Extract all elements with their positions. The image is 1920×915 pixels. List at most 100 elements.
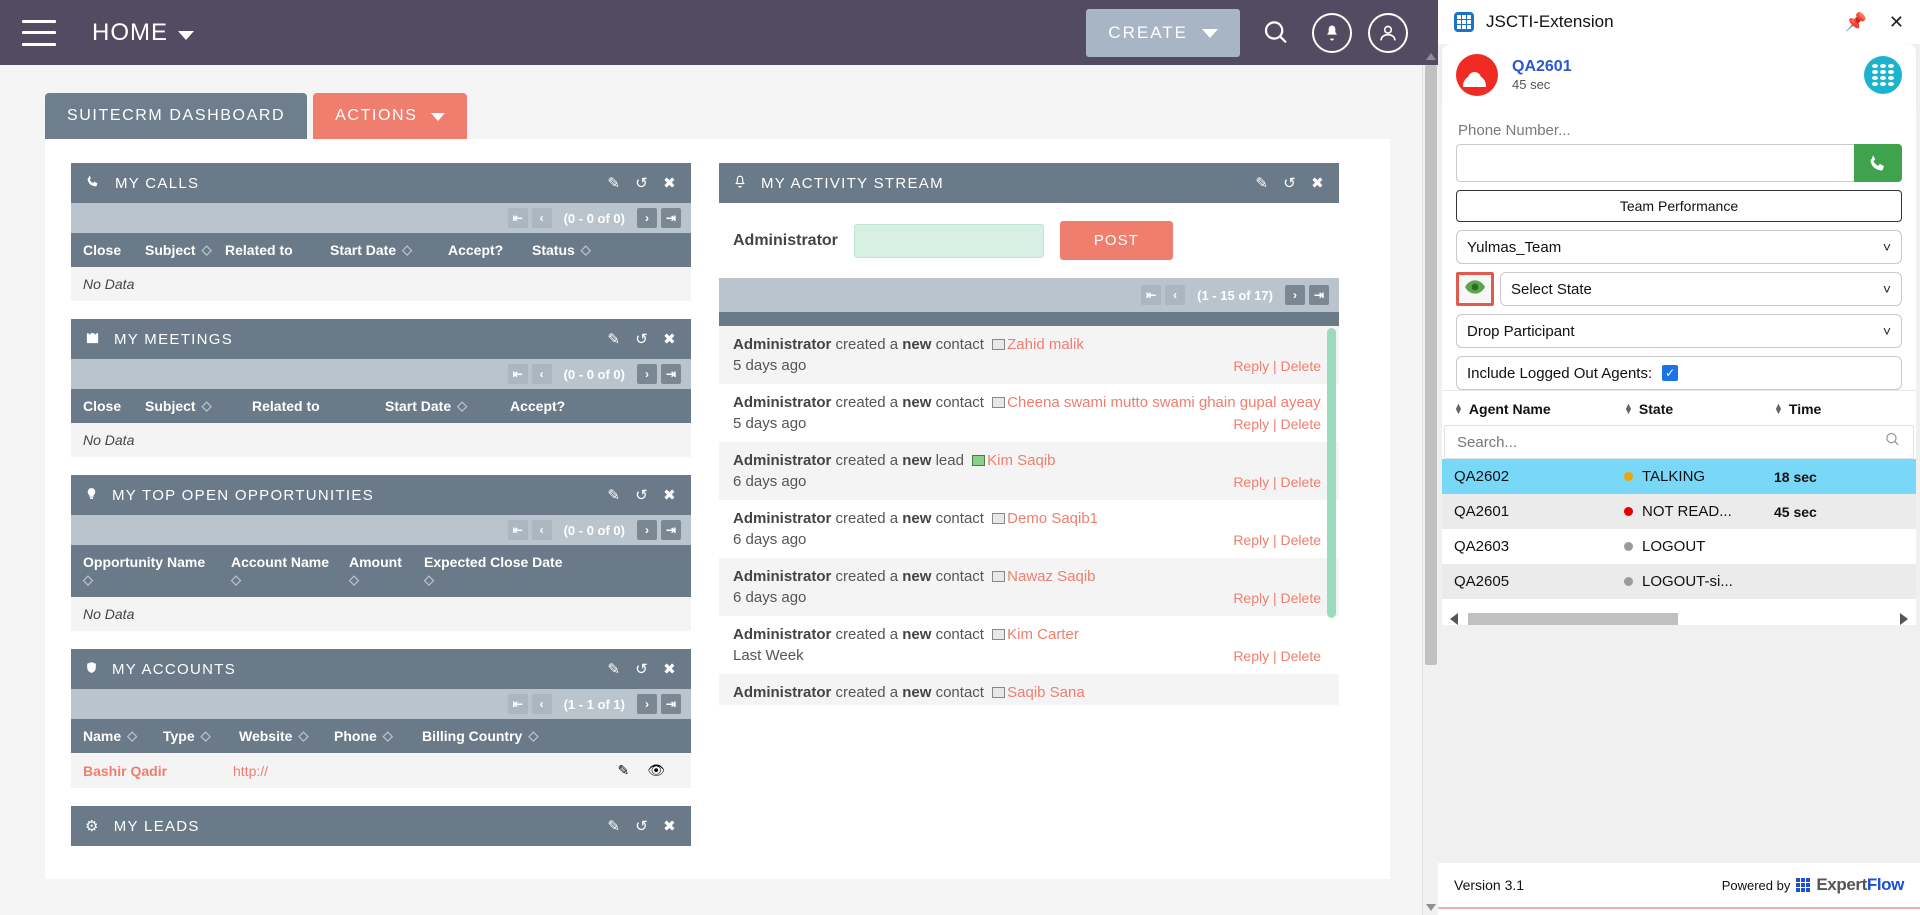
column-close[interactable]: Close	[83, 242, 145, 258]
column-status[interactable]: Status◇	[532, 242, 591, 258]
post-button[interactable]: POST	[1060, 221, 1173, 260]
pencil-icon[interactable]: ✎	[607, 486, 621, 504]
agent-search-input[interactable]	[1457, 434, 1884, 451]
sort-icon[interactable]: ◇	[231, 572, 349, 588]
tab-actions[interactable]: ACTIONS	[313, 93, 467, 139]
include-logged-out-checkbox[interactable]: ✓	[1662, 365, 1678, 381]
sort-icon[interactable]: ◇	[349, 572, 424, 588]
scroll-left-icon[interactable]	[1450, 613, 1458, 625]
activity-target-link[interactable]: Zahid malik	[1007, 336, 1084, 353]
account-name-link[interactable]: Bashir Qadir	[83, 763, 233, 779]
delete-link[interactable]: Delete	[1281, 358, 1321, 374]
column-state[interactable]: ▲▼ State	[1624, 401, 1774, 417]
last-page-button[interactable]: ⇥	[1309, 285, 1329, 305]
activity-target-link[interactable]: Nawaz Saqib	[1007, 568, 1095, 585]
agent-table-hscrollbar[interactable]	[1450, 613, 1908, 625]
scrollbar-thumb[interactable]	[1468, 613, 1678, 625]
pencil-icon[interactable]: ✎	[607, 660, 621, 678]
activity-target-link[interactable]: Kim Saqib	[987, 452, 1055, 469]
column-type[interactable]: Type◇	[163, 728, 239, 744]
page-scrollbar[interactable]	[1422, 65, 1438, 915]
column-accept[interactable]: Accept?	[510, 398, 565, 414]
scroll-right-icon[interactable]	[1900, 613, 1908, 625]
table-row[interactable]: QA2603 LOGOUT	[1442, 529, 1916, 564]
delete-link[interactable]: Delete	[1281, 532, 1321, 548]
pencil-icon[interactable]: ✎	[607, 174, 621, 192]
pin-icon[interactable]: 📌	[1844, 13, 1866, 31]
close-icon[interactable]: ✖	[663, 174, 677, 192]
close-icon[interactable]: ✖	[663, 486, 677, 504]
tab-suitecrm-dashboard[interactable]: SUITECRM DASHBOARD	[45, 93, 307, 139]
next-page-button[interactable]: ›	[637, 694, 657, 714]
create-button[interactable]: CREATE	[1086, 9, 1240, 57]
delete-link[interactable]: Delete	[1281, 648, 1321, 664]
refresh-icon[interactable]: ↺	[635, 817, 649, 835]
table-row[interactable]: QA2602 TALKING 18 sec	[1442, 459, 1916, 494]
team-select[interactable]: Yulmas_Team ˅	[1456, 230, 1902, 264]
next-page-button[interactable]: ›	[1285, 285, 1305, 305]
reply-link[interactable]: Reply	[1233, 358, 1269, 374]
account-website-link[interactable]: http://	[233, 763, 617, 779]
refresh-icon[interactable]: ↺	[635, 660, 649, 678]
first-page-button[interactable]: ⇤	[1141, 285, 1161, 305]
activity-post-input[interactable]	[854, 224, 1044, 258]
hamburger-icon[interactable]	[22, 20, 56, 46]
activity-target-link[interactable]: Kim Carter	[1007, 626, 1079, 643]
drop-participant-select[interactable]: Drop Participant ˅	[1456, 314, 1902, 348]
column-start-date[interactable]: Start Date◇	[330, 242, 448, 258]
last-page-button[interactable]: ⇥	[661, 208, 681, 228]
reply-link[interactable]: Reply	[1233, 590, 1269, 606]
team-performance-button[interactable]: Team Performance	[1456, 190, 1902, 222]
column-related-to[interactable]: Related to	[225, 242, 330, 258]
close-icon[interactable]: ✕	[1889, 13, 1904, 31]
sort-icon[interactable]: ◇	[424, 572, 434, 588]
column-close[interactable]: Close	[83, 398, 145, 414]
next-page-button[interactable]: ›	[637, 364, 657, 384]
column-website[interactable]: Website◇	[239, 728, 334, 744]
first-page-button[interactable]: ⇤	[508, 520, 528, 540]
pencil-icon[interactable]: ✎	[617, 762, 629, 779]
column-agent-name[interactable]: ▲▼ Agent Name	[1454, 401, 1624, 417]
next-page-button[interactable]: ›	[637, 208, 657, 228]
phone-number-input[interactable]	[1456, 144, 1854, 182]
column-expected-close-date[interactable]: Expected Close Date	[424, 554, 563, 570]
refresh-icon[interactable]: ↺	[635, 174, 649, 192]
state-select[interactable]: Select State ˅	[1500, 272, 1902, 306]
first-page-button[interactable]: ⇤	[508, 364, 528, 384]
prev-page-button[interactable]: ‹	[1165, 285, 1185, 305]
column-amount[interactable]: Amount	[349, 554, 424, 570]
delete-link[interactable]: Delete	[1281, 416, 1321, 432]
agent-name[interactable]: QA2601	[1512, 58, 1572, 76]
column-opportunity-name[interactable]: Opportunity Name	[83, 554, 231, 570]
home-nav-item[interactable]: HOME	[92, 19, 194, 47]
column-name[interactable]: Name◇	[83, 728, 163, 744]
bell-icon[interactable]	[1312, 13, 1352, 53]
column-phone[interactable]: Phone◇	[334, 728, 422, 744]
refresh-icon[interactable]: ↺	[635, 486, 649, 504]
column-account-name[interactable]: Account Name	[231, 554, 349, 570]
user-icon[interactable]	[1368, 13, 1408, 53]
reply-link[interactable]: Reply	[1233, 532, 1269, 548]
eye-icon[interactable]: 👁	[647, 762, 665, 779]
table-row[interactable]: QA2605 LOGOUT-si...	[1442, 564, 1916, 599]
close-icon[interactable]: ✖	[663, 817, 677, 835]
prev-page-button[interactable]: ‹	[532, 208, 552, 228]
scrollbar-thumb[interactable]	[1327, 328, 1336, 618]
last-page-button[interactable]: ⇥	[661, 694, 681, 714]
column-start-date[interactable]: Start Date◇	[385, 398, 510, 414]
delete-link[interactable]: Delete	[1281, 474, 1321, 490]
eye-toggle-button[interactable]	[1456, 272, 1494, 306]
pencil-icon[interactable]: ✎	[607, 817, 621, 835]
scrollbar-track[interactable]	[1464, 613, 1894, 625]
column-subject[interactable]: Subject◇	[145, 242, 225, 258]
last-page-button[interactable]: ⇥	[661, 364, 681, 384]
next-page-button[interactable]: ›	[637, 520, 657, 540]
pencil-icon[interactable]: ✎	[607, 330, 621, 348]
reply-link[interactable]: Reply	[1233, 474, 1269, 490]
sort-icon[interactable]: ◇	[83, 572, 231, 588]
pencil-icon[interactable]: ✎	[1255, 174, 1269, 192]
search-icon[interactable]	[1256, 13, 1296, 53]
column-billing-country[interactable]: Billing Country◇	[422, 728, 538, 744]
column-subject[interactable]: Subject◇	[145, 398, 252, 414]
close-icon[interactable]: ✖	[663, 330, 677, 348]
